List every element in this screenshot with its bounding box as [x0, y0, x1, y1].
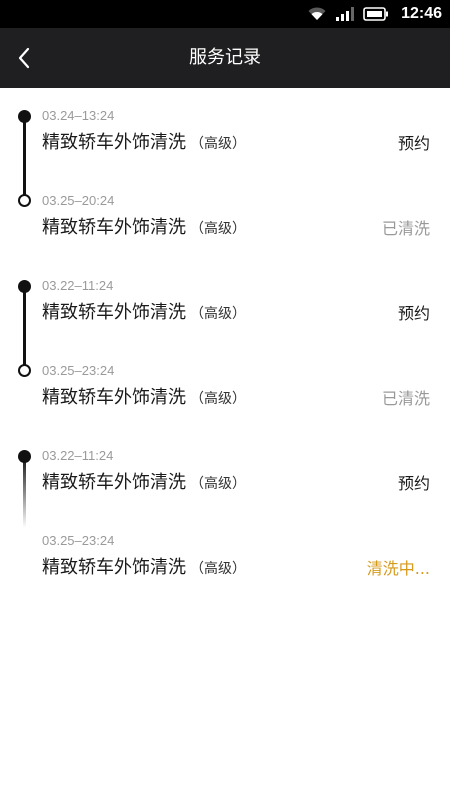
record-date: 03.22–11:24 [42, 448, 114, 463]
battery-icon [363, 7, 389, 21]
record-item[interactable]: 03.25–20:24 精致轿车外饰清洗 （高级） 已清洗 [0, 193, 450, 253]
status-bar: 12:46 [0, 0, 450, 28]
record-date: 03.24–13:24 [42, 108, 115, 123]
record-item[interactable]: 03.25–23:24 精致轿车外饰清洗 （高级） 已清洗 [0, 363, 450, 423]
record-title: 精致轿车外饰清洗 （高级） [42, 217, 246, 238]
record-level: （高级） [190, 306, 246, 322]
signal-icon [336, 7, 355, 21]
record-title: 精致轿车外饰清洗 （高级） [42, 557, 246, 578]
record-item[interactable]: 03.22–11:24 精致轿车外饰清洗 （高级） 预约 [0, 278, 450, 338]
service-record-list: 03.24–13:24 精致轿车外饰清洗 （高级） 预约 03.25–20:24 … [0, 88, 450, 800]
wifi-icon [308, 7, 326, 20]
record-title: 精致轿车外饰清洗 （高级） [42, 132, 246, 153]
record-item[interactable]: 03.24–13:24 精致轿车外饰清洗 （高级） 预约 [0, 108, 450, 168]
record-level: （高级） [190, 561, 246, 577]
record-title: 精致轿车外饰清洗 （高级） [42, 472, 246, 493]
record-date: 03.25–23:24 [42, 533, 115, 548]
status-time: 12:46 [401, 5, 442, 22]
record-date: 03.25–23:24 [42, 363, 115, 378]
record-status: 已清洗 [381, 219, 430, 238]
record-level: （高级） [190, 476, 246, 492]
nav-bar: 服务记录 [0, 28, 450, 88]
record-level: （高级） [190, 136, 246, 152]
record-status: 预约 [397, 474, 430, 493]
record-group: 03.22–11:24 精致轿车外饰清洗 （高级） 预约 03.25–23:24 … [0, 448, 450, 618]
record-date: 03.25–20:24 [42, 193, 115, 208]
record-status: 已清洗 [381, 389, 430, 408]
record-status: 预约 [397, 304, 430, 323]
record-group: 03.22–11:24 精致轿车外饰清洗 （高级） 预约 03.25–23:24 … [0, 278, 450, 448]
record-title: 精致轿车外饰清洗 （高级） [42, 302, 246, 323]
record-date: 03.22–11:24 [42, 278, 114, 293]
record-level: （高级） [190, 391, 246, 407]
record-level: （高级） [190, 221, 246, 237]
record-title: 精致轿车外饰清洗 （高级） [42, 387, 246, 408]
record-group: 03.24–13:24 精致轿车外饰清洗 （高级） 预约 03.25–20:24 … [0, 108, 450, 278]
record-status: 预约 [397, 134, 430, 153]
record-status: 清洗中... [366, 559, 430, 578]
status-icons: 12:46 [307, 0, 442, 28]
record-item[interactable]: 03.25–23:24 精致轿车外饰清洗 （高级） 清洗中... [0, 533, 450, 593]
page-title: 服务记录 [189, 47, 261, 68]
record-item[interactable]: 03.22–11:24 精致轿车外饰清洗 （高级） 预约 [0, 448, 450, 508]
